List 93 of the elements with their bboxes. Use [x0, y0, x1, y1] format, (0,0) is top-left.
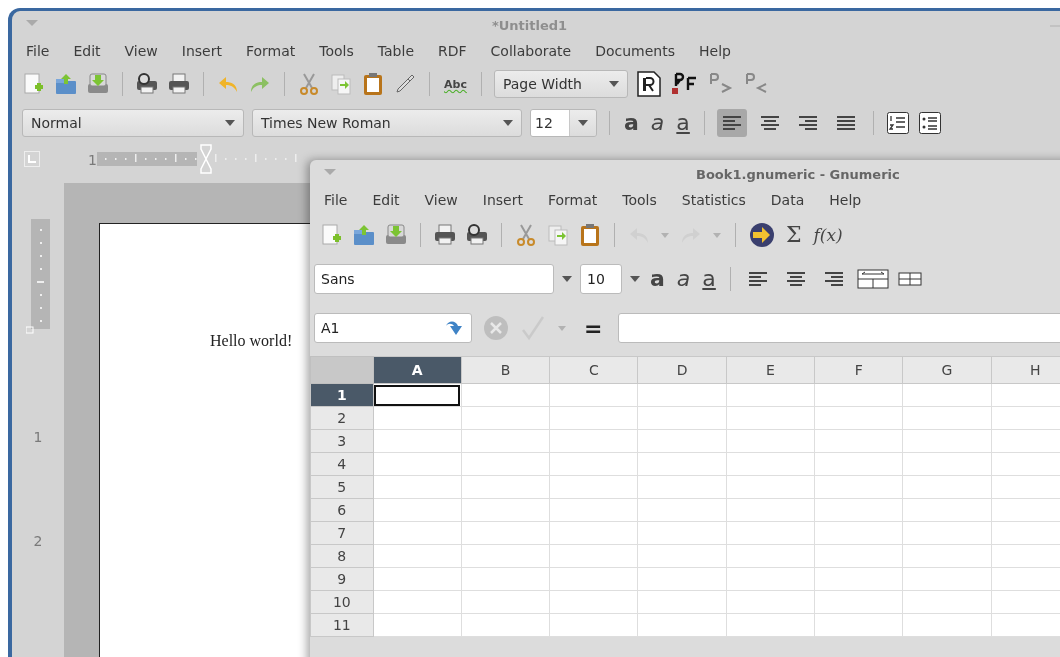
menu-item[interactable]: Table [377, 43, 414, 59]
row-header[interactable]: 10 [310, 590, 374, 614]
caret-icon[interactable] [562, 276, 572, 282]
scissors-icon[interactable] [297, 72, 321, 96]
window-menu-caret[interactable] [26, 20, 38, 26]
drive-icon[interactable] [86, 72, 110, 96]
row-header[interactable]: 1 [310, 383, 374, 407]
ruler-number: 2 [33, 533, 43, 549]
row-header[interactable]: 5 [310, 475, 374, 499]
window-title: Book1.gnumeric - Gnumeric [696, 166, 900, 182]
sum-button[interactable]: Σ [784, 224, 804, 246]
menu-item[interactable]: Insert [181, 43, 222, 59]
menu-item[interactable]: View [424, 192, 458, 208]
spellcheck-button[interactable]: Abc [442, 78, 469, 90]
function-button[interactable]: f(x) [811, 226, 845, 244]
menu-item[interactable]: Tools [622, 192, 657, 208]
printer-icon[interactable] [433, 223, 457, 247]
underline-button[interactable]: a [700, 268, 718, 290]
numbered-list-icon[interactable] [885, 111, 910, 135]
row-header[interactable]: 9 [310, 567, 374, 591]
menu-item[interactable]: File [324, 192, 348, 208]
italic-button[interactable]: a [674, 268, 693, 290]
cancel-icon[interactable] [482, 314, 510, 342]
copy-icon[interactable] [329, 72, 353, 96]
menu-item[interactable]: Documents [595, 43, 675, 59]
menu-item[interactable]: Format [547, 192, 598, 208]
row-header[interactable]: 4 [310, 452, 374, 476]
align-left-button[interactable] [716, 109, 747, 137]
row-header[interactable]: 11 [310, 613, 374, 637]
menu-item[interactable]: Help [829, 192, 862, 208]
new-page-icon[interactable] [22, 72, 46, 96]
font-size-field[interactable]: 10 [580, 264, 622, 294]
folder-icon[interactable] [352, 223, 376, 247]
column-header[interactable]: A [373, 356, 462, 384]
column-header[interactable]: F [814, 356, 903, 384]
row-header[interactable]: 8 [310, 544, 374, 568]
tab-stop-button[interactable] [24, 151, 40, 167]
tab-stop-icon [28, 155, 36, 163]
window-menu-caret[interactable] [324, 169, 336, 175]
copy-icon[interactable] [546, 223, 570, 247]
scissors-icon[interactable] [514, 223, 538, 247]
column-header[interactable]: D [637, 356, 727, 384]
clipboard-icon[interactable] [361, 72, 385, 96]
row-header[interactable]: 3 [310, 429, 374, 453]
selected-cell[interactable] [373, 383, 462, 407]
menu-item[interactable]: Edit [372, 192, 400, 208]
new-page-icon[interactable] [320, 223, 344, 247]
row-header[interactable]: 2 [310, 406, 374, 430]
bullet-list-icon[interactable] [917, 111, 942, 135]
menu-item[interactable]: Edit [73, 43, 101, 59]
zoom-select[interactable]: Page Width [493, 70, 628, 98]
ruler-number: 1 [88, 152, 97, 168]
font-select[interactable]: Times New Roman [252, 109, 522, 137]
menu-item[interactable]: RDF [438, 43, 467, 59]
menu-item[interactable]: Data [770, 192, 805, 208]
merge-cells-icon[interactable] [856, 267, 889, 291]
bold-button[interactable]: a [622, 112, 641, 134]
menu-item[interactable]: File [26, 43, 50, 59]
column-header[interactable]: B [461, 356, 550, 384]
menu-item[interactable]: Help [699, 43, 731, 59]
menu-item[interactable]: View [124, 43, 158, 59]
window-title: *Untitled1 [492, 17, 568, 33]
printer-magnifier-icon[interactable] [465, 223, 489, 247]
column-header[interactable]: G [902, 356, 992, 384]
clipboard-icon[interactable] [578, 223, 602, 247]
menu-item[interactable]: Statistics [681, 192, 746, 208]
menu-item[interactable]: Insert [482, 192, 523, 208]
formula-input[interactable] [618, 313, 1060, 343]
eyedropper-icon[interactable] [393, 72, 417, 96]
column-header[interactable]: H [991, 356, 1060, 384]
column-header[interactable]: C [549, 356, 638, 384]
menu-item[interactable]: Tools [319, 43, 354, 59]
paragraph-style-select[interactable]: Normal [22, 109, 244, 137]
equals-button[interactable]: = [584, 315, 603, 341]
row-header[interactable]: 6 [310, 498, 374, 522]
caret-icon[interactable] [630, 276, 640, 282]
menu-item[interactable]: Collaborate [490, 43, 572, 59]
ruler-number: 1 [33, 429, 43, 445]
folder-icon[interactable] [54, 72, 78, 96]
row-header[interactable]: 7 [310, 521, 374, 545]
column-header[interactable]: E [726, 356, 815, 384]
document-icon[interactable] [635, 70, 662, 98]
bold-button[interactable]: a [648, 268, 667, 290]
menu-item[interactable]: Format [245, 43, 296, 59]
drive-icon[interactable] [384, 223, 408, 247]
underline-button[interactable]: a [674, 112, 692, 134]
document-text: Hello world! [210, 332, 293, 349]
printer-icon[interactable] [167, 72, 191, 96]
font-field[interactable]: Sans [314, 264, 554, 294]
cell-reference-field[interactable]: A1 [314, 313, 472, 343]
italic-button[interactable]: a [648, 112, 667, 134]
font-size-select[interactable]: 12 [530, 109, 597, 137]
printer-magnifier-icon[interactable] [135, 72, 159, 96]
